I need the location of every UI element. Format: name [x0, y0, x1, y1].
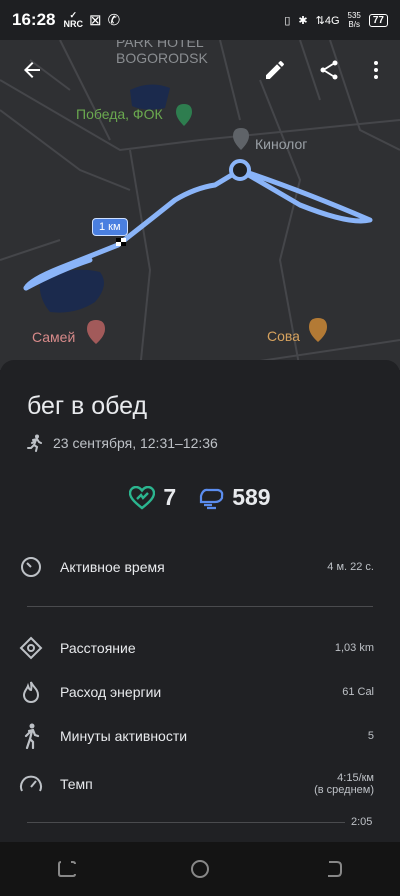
chart-gridline: [27, 822, 345, 823]
activity-details-sheet: бег в обед 23 сентября, 12:31–12:36 7 58…: [0, 360, 400, 842]
signal-icon: ⇅4G: [315, 14, 340, 27]
status-time: 16:28: [12, 10, 56, 29]
restaurant-pin-icon: [309, 318, 327, 342]
metric-value: 4 м. 22 с.: [327, 561, 374, 573]
activity-date-row: 23 сентября, 12:31–12:36: [27, 434, 218, 452]
walking-icon: [18, 723, 44, 749]
map-label-samey: Самей: [32, 329, 76, 345]
nike-nrc-icon: ✓ NRC: [63, 10, 83, 29]
heart-points-value: 7: [163, 484, 177, 510]
net-speed: 535 B/s: [347, 11, 361, 29]
metric-energy: Расход энергии 61 Cal: [18, 677, 374, 707]
chart-tick-label: 2:05: [351, 816, 373, 828]
heart-points-icon: [129, 485, 156, 510]
distance-icon: [18, 635, 44, 661]
map-label-kinolog: Кинолог: [255, 136, 308, 152]
metric-move-minutes: Минуты активности 5: [18, 721, 374, 751]
heart-points-stat: 7: [129, 484, 176, 511]
steps-icon: [200, 488, 224, 509]
hotel-pin-icon: [87, 320, 105, 344]
road: [329, 40, 400, 151]
speedometer-icon: [18, 771, 44, 797]
map-label-park-hotel: PARK HOTEL BOGORODSK: [116, 40, 208, 66]
home-icon[interactable]: [189, 858, 211, 880]
metric-note: (в среднем): [314, 784, 374, 796]
metric-value-group: 4:15/км (в среднем): [314, 772, 374, 796]
recents-icon[interactable]: [56, 858, 78, 880]
flame-icon: [18, 679, 44, 705]
metric-value: 1,03 km: [334, 642, 374, 654]
road: [0, 239, 61, 261]
map-pin-icon: [233, 128, 249, 150]
running-icon: [27, 434, 42, 452]
metric-value: 4:15/км: [337, 772, 374, 784]
steps-stat: 589: [198, 484, 271, 511]
app-icon: ⊠: [88, 12, 102, 29]
metric-label: Расход энергии: [60, 684, 162, 700]
metric-label: Минуты активности: [60, 728, 188, 744]
metric-value: 5: [367, 730, 374, 742]
summary-stats: 7 589: [0, 484, 400, 511]
whatsapp-icon: ✆: [107, 12, 121, 29]
map-canvas: [0, 40, 400, 370]
metric-value: 61 Cal: [342, 686, 374, 698]
road: [129, 149, 152, 370]
road: [59, 40, 111, 141]
divider: [27, 606, 373, 607]
metric-distance: Расстояние 1,03 km: [18, 633, 374, 663]
steps-value: 589: [232, 484, 271, 510]
metric-label: Активное время: [60, 559, 165, 575]
metric-label: Расстояние: [60, 640, 136, 656]
metric-active-time: Активное время 4 м. 22 с.: [18, 552, 374, 582]
bluetooth-icon: ✱: [298, 14, 308, 27]
metric-label: Темп: [60, 776, 93, 792]
road: [0, 79, 400, 152]
back-icon[interactable]: [322, 858, 344, 880]
timer-icon: [18, 554, 44, 580]
park-pin-icon: [176, 104, 192, 126]
road: [0, 109, 131, 191]
route-start-marker: [229, 159, 251, 181]
map-label-sova: Сова: [267, 328, 300, 344]
metric-pace: Темп 4:15/км (в среднем): [18, 766, 374, 802]
system-nav-bar: [0, 842, 400, 896]
status-bar: 16:28 ✓ NRC ⊠ ✆ ▯ ✱ ⇅4G 535 B/s 77: [0, 0, 400, 40]
battery-icon: 77: [368, 13, 388, 27]
activity-date: 23 сентября, 12:31–12:36: [53, 435, 218, 451]
map-label-pobeda: Победа, ФОК: [76, 106, 163, 122]
road: [259, 79, 302, 370]
km-marker-badge: 1 км: [92, 218, 128, 236]
vibrate-icon: ▯: [284, 14, 291, 27]
route-map[interactable]: PARK HOTEL BOGORODSK Победа, ФОК Кинолог…: [0, 40, 400, 370]
activity-title: бег в обед: [27, 392, 148, 420]
